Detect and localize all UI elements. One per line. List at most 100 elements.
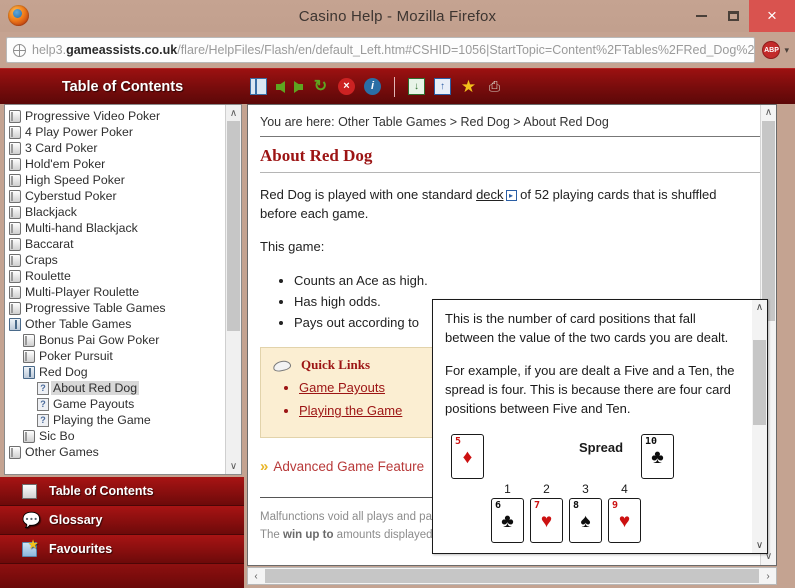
toolbar-separator [394, 76, 395, 97]
deck-glossary-link[interactable]: deck [476, 187, 503, 202]
chevron-down-icon[interactable]: ▾ [784, 45, 789, 56]
tree-item[interactable]: Other Games [9, 444, 241, 460]
tree-item[interactable]: Sic Bo [9, 428, 241, 444]
tree-item-label: 3 Card Poker [25, 141, 98, 155]
tree-item[interactable]: ? Playing the Game [9, 412, 241, 428]
tree-item[interactable]: High Speed Poker [9, 172, 241, 188]
nav-label: Table of Contents [49, 484, 154, 498]
card-suit: ♥ [618, 511, 631, 532]
tooltip-body: This is the number of card positions tha… [433, 300, 767, 543]
content-scroll-up-arrow[interactable]: ∧ [761, 105, 776, 121]
tooltip-paragraph-1: This is the number of card positions tha… [445, 311, 729, 345]
firefox-logo-icon [8, 5, 29, 26]
nav-favourites[interactable]: Favourites [0, 535, 244, 564]
nav-label: Glossary [49, 513, 103, 527]
tree-item[interactable]: Multi-Player Roulette [9, 284, 241, 300]
tree-item[interactable]: Bonus Pai Gow Poker [9, 332, 241, 348]
tree-item[interactable]: Hold'em Poker [9, 156, 241, 172]
content-scroll-thumb[interactable] [762, 121, 775, 321]
tooltip-vertical-scrollbar[interactable]: ∧ ∨ [752, 300, 767, 553]
app-header: Table of Contents ↻ × i ↓ ↑ ★ ⎙ [0, 68, 795, 104]
window-controls: × [685, 0, 795, 32]
maximize-button[interactable] [717, 0, 749, 32]
book-icon [9, 285, 21, 299]
toc-scroll-up-arrow[interactable]: ∧ [226, 105, 241, 121]
tooltip-scroll-thumb[interactable] [753, 340, 766, 425]
tree-item[interactable]: Blackjack [9, 204, 241, 220]
tooltip-scroll-up-arrow[interactable]: ∧ [752, 300, 767, 315]
toc-scroll-down-arrow[interactable]: ∨ [226, 458, 241, 474]
back-arrow-icon[interactable] [276, 80, 285, 93]
tree-item-label: Red Dog [39, 365, 88, 379]
download-icon[interactable]: ↓ [408, 78, 425, 95]
tree-item[interactable]: Red Dog [9, 364, 241, 380]
list-item: Counts an Ace as high. [294, 270, 760, 291]
print-icon[interactable]: ⎙ [486, 78, 503, 95]
info-icon[interactable]: i [364, 78, 381, 95]
forward-arrow-icon[interactable] [294, 80, 303, 93]
adblock-plus-icon[interactable]: ABP [762, 41, 781, 59]
tree-item[interactable]: Roulette [9, 268, 241, 284]
nav-table-of-contents[interactable]: Table of Contents [0, 477, 244, 506]
tree-item-label: About Red Dog [51, 381, 140, 395]
tree-item[interactable]: Multi-hand Blackjack [9, 220, 241, 236]
stop-icon[interactable]: × [338, 78, 355, 95]
tooltip-scroll-down-arrow[interactable]: ∨ [752, 538, 767, 553]
tree-item[interactable]: ? Game Payouts [9, 396, 241, 412]
book-icon [9, 173, 21, 187]
favorite-star-icon[interactable]: ★ [460, 78, 477, 95]
content-horizontal-scrollbar[interactable]: ‹ › [247, 567, 777, 585]
refresh-icon[interactable]: ↻ [312, 78, 329, 95]
tree-item[interactable]: 4 Play Power Poker [9, 124, 241, 140]
book-icon [9, 301, 21, 315]
tree-item-label: Blackjack [25, 205, 77, 219]
tree-item[interactable]: Craps [9, 252, 241, 268]
nav-glossary[interactable]: 💬 Glossary [0, 506, 244, 535]
close-button[interactable]: × [749, 0, 795, 32]
book-icon [9, 157, 21, 171]
tree-item[interactable]: Cyberstud Poker [9, 188, 241, 204]
content-scroll-left-arrow[interactable]: ‹ [248, 571, 264, 582]
breadcrumb: You are here: Other Table Games > Red Do… [260, 115, 609, 129]
tree-item-label: Multi-hand Blackjack [25, 221, 138, 235]
book-icon [9, 221, 21, 235]
tree-item[interactable]: Progressive Table Games [9, 300, 241, 316]
card-rank: 8 [573, 500, 580, 511]
glossary-popup-icon[interactable]: ▸ [505, 190, 517, 201]
card-rank: 6 [495, 500, 502, 511]
toc-vertical-scrollbar[interactable]: ∧ ∨ [225, 105, 241, 474]
page-icon: ? [37, 413, 49, 427]
tree-item[interactable]: 3 Card Poker [9, 140, 241, 156]
toggle-panel-icon[interactable] [250, 78, 267, 95]
content-scroll-right-arrow[interactable]: › [760, 571, 776, 582]
advanced-label: Advanced Game Feature [273, 459, 425, 474]
quick-link[interactable]: Game Payouts [299, 380, 385, 395]
browser-window: Casino Help - Mozilla Firefox × help3.ga… [0, 0, 795, 588]
open-icon[interactable]: ↑ [434, 78, 451, 95]
tree-item-label: Sic Bo [39, 429, 75, 443]
tree-item-label: Bonus Pai Gow Poker [39, 333, 160, 347]
minimize-button[interactable] [685, 0, 717, 32]
window-title: Casino Help - Mozilla Firefox [298, 7, 497, 25]
tree-item[interactable]: ? About Red Dog [9, 380, 241, 396]
address-bar[interactable]: help3.gameassists.co.uk/flare/HelpFiles/… [6, 37, 756, 63]
double-chevron-icon: » [260, 458, 269, 475]
tree-item[interactable]: Other Table Games [9, 316, 241, 332]
spread-position-number: 3 [582, 482, 589, 496]
tree-item[interactable]: Poker Pursuit [9, 348, 241, 364]
tree-item-label: 4 Play Power Poker [25, 125, 133, 139]
tree-item-label: Multi-Player Roulette [25, 285, 140, 299]
tree-item[interactable]: Progressive Video Poker [9, 108, 241, 124]
spread-position-number: 2 [543, 482, 550, 496]
title-bar: Casino Help - Mozilla Firefox × [0, 0, 795, 32]
quick-link[interactable]: Playing the Game [299, 403, 402, 418]
content-hscroll-thumb[interactable] [265, 569, 759, 583]
toc-scroll-thumb[interactable] [227, 121, 240, 331]
help-nav-buttons: Table of Contents 💬 Glossary Favourites [0, 477, 244, 588]
tree-item[interactable]: Baccarat [9, 236, 241, 252]
url-path: /flare/HelpFiles/Flash/en/default_Left.h… [177, 43, 756, 57]
url-domain: gameassists.co.uk [66, 43, 178, 57]
book-icon [23, 429, 35, 443]
help-toolbar: ↻ × i ↓ ↑ ★ ⎙ [245, 76, 503, 97]
tree-item-label: Other Games [25, 445, 99, 459]
